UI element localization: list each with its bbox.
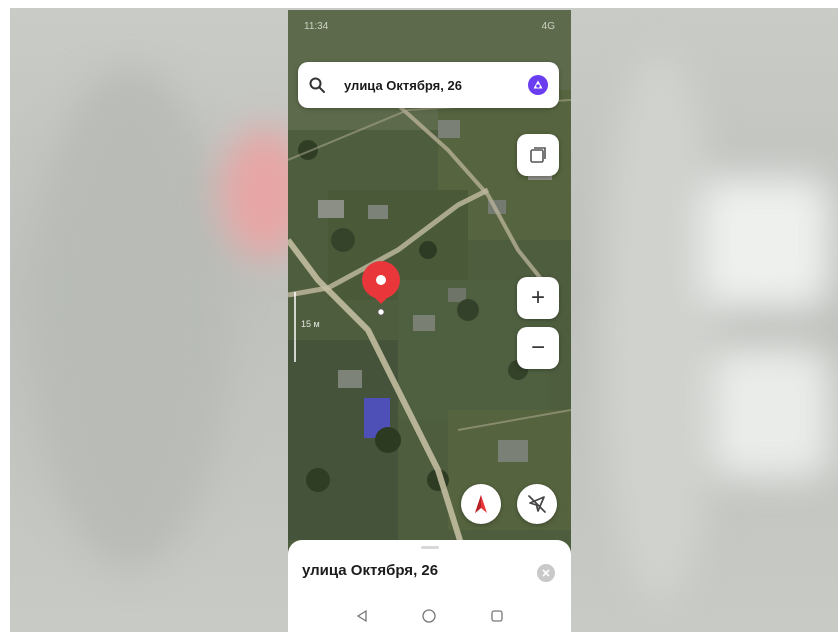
system-nav-bar (288, 600, 571, 632)
layers-icon (530, 147, 546, 163)
recents-icon[interactable] (487, 606, 507, 626)
map-scale: 15 м (294, 292, 324, 362)
zoom-out-button[interactable]: − (517, 327, 559, 369)
location-off-icon (528, 495, 546, 513)
layers-button[interactable] (517, 134, 559, 176)
zoom-in-button[interactable]: + (517, 277, 559, 319)
close-button[interactable] (537, 564, 555, 582)
close-icon (542, 569, 550, 577)
status-time: 11:34 (304, 20, 329, 32)
scale-label: 15 м (301, 319, 320, 329)
address-sheet[interactable]: улица Октября, 26 (288, 540, 571, 632)
compass-icon (475, 495, 487, 513)
status-bar: 11:34 4G (288, 10, 571, 42)
search-query[interactable]: улица Октября, 26 (344, 78, 527, 93)
back-icon[interactable] (352, 606, 372, 626)
zoom-out-label: − (530, 334, 545, 361)
search-icon[interactable] (308, 76, 326, 94)
my-location-button[interactable] (517, 484, 557, 524)
alice-icon[interactable] (527, 74, 549, 96)
status-indicators: 4G (541, 20, 555, 32)
home-icon[interactable] (419, 606, 439, 626)
search-bar[interactable]: улица Октября, 26 (298, 62, 559, 108)
sheet-grabber[interactable] (421, 546, 439, 549)
location-pin-icon[interactable] (361, 260, 401, 318)
zoom-in-label: + (530, 284, 545, 311)
sheet-address: улица Октября, 26 (302, 562, 439, 579)
compass-button[interactable] (461, 484, 501, 524)
phone-screen: 11:34 4G улица Октября, 26 + − 15 м улиц… (288, 10, 571, 632)
